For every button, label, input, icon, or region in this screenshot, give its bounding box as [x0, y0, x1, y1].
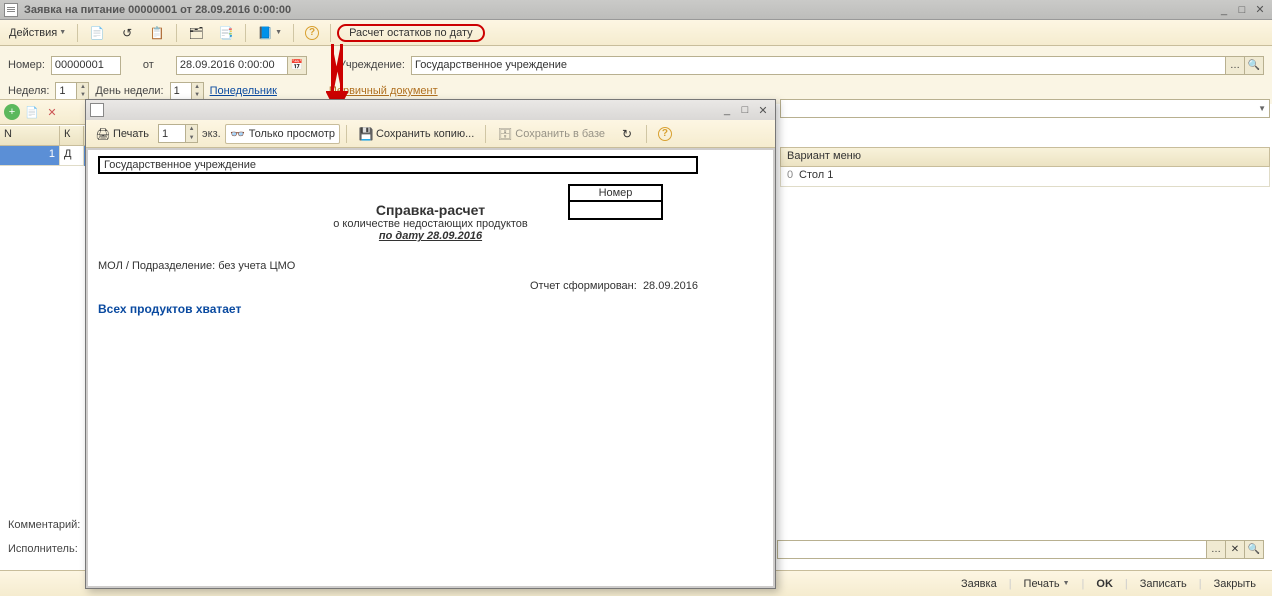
number-label: Номер: [8, 59, 45, 71]
save-db-button: 🗄 Сохранить в базе [492, 124, 610, 144]
ok-button[interactable]: OK [1088, 576, 1121, 592]
modal-maximize[interactable]: □ [737, 103, 753, 117]
printer-icon: 🖨 [95, 126, 111, 142]
table-row[interactable]: 0 Стол 1 [780, 167, 1270, 187]
actions-label: Действия [9, 27, 57, 39]
list-icon: 📋 [149, 25, 165, 41]
report-title: Справка-расчет [98, 202, 763, 218]
report-sufficient: Всех продуктов хватает [98, 302, 763, 316]
print-button[interactable]: Печать▼ [1016, 576, 1078, 592]
order-button[interactable]: Заявка [953, 576, 1005, 592]
copy-row-button[interactable]: 📄 [24, 104, 40, 120]
report-subtitle: о количестве недостающих продуктов [98, 218, 763, 230]
modal-minimize[interactable]: _ [719, 103, 735, 117]
dow-spinner[interactable]: ▲▼ [192, 82, 204, 101]
modal-help[interactable]: ? [653, 124, 677, 144]
report-mol: МОЛ / Подразделение: без учета ЦМО [98, 260, 763, 272]
copies-spinner[interactable]: ▲▼ [186, 124, 198, 143]
view-icon: 👓 [230, 126, 246, 142]
institution-label: Учреждение: [339, 59, 405, 71]
col-header-k[interactable]: К [60, 126, 84, 145]
calc-remains-label: Расчет остатков по дату [349, 27, 473, 39]
row-cell-k[interactable]: Д [60, 146, 84, 166]
goto-icon: 📘 [257, 25, 273, 41]
week-spinner[interactable]: ▲▼ [77, 82, 89, 101]
delete-row-button[interactable]: ✕ [44, 104, 60, 120]
row-cell-n[interactable]: 1 [0, 146, 60, 166]
number-input[interactable]: 00000001 [51, 56, 121, 75]
primary-doc-link[interactable]: Первичный документ [329, 85, 438, 97]
save-post-icon: 📄 [89, 25, 105, 41]
modal-refresh[interactable]: ↻ [614, 124, 640, 144]
dow-name-link[interactable]: Понедельник [210, 85, 277, 97]
executor-clear-button[interactable]: ✕ [1226, 540, 1245, 559]
ekz-label: экз. [202, 128, 221, 140]
add-row-button[interactable]: + [4, 104, 20, 120]
from-label: от [143, 59, 154, 71]
tb-icon-6[interactable]: 📘▼ [252, 23, 287, 43]
institution-choose-button[interactable]: … [1226, 56, 1245, 75]
disk-icon: 💾 [358, 126, 374, 142]
save-button[interactable]: Записать [1132, 576, 1195, 592]
view-only-button[interactable]: 👓 Только просмотр [225, 124, 340, 144]
col-header-n[interactable]: N [0, 126, 60, 145]
copy-icon: 📑 [218, 25, 234, 41]
tb-icon-5[interactable]: 📑 [213, 23, 239, 43]
institution-input[interactable]: Государственное учреждение [411, 56, 1226, 75]
report-number-box: Номер [568, 184, 663, 220]
right-grid-header[interactable]: Вариант меню [780, 147, 1270, 167]
report-generated: Отчет сформирован: 28.09.2016 [98, 280, 698, 292]
dow-label: День недели: [95, 85, 163, 97]
tb-icon-2[interactable]: ↺ [114, 23, 140, 43]
week-input[interactable]: 1 [55, 82, 77, 101]
close-footer-button[interactable]: Закрыть [1206, 576, 1264, 592]
refresh-icon: ↺ [119, 25, 135, 41]
report-org: Государственное учреждение [98, 156, 698, 174]
executor-search-button[interactable]: 🔍 [1245, 540, 1264, 559]
executor-input[interactable] [777, 540, 1207, 559]
date-picker-button[interactable]: 📅 [288, 56, 307, 75]
doc-icon [4, 3, 18, 17]
minimize-button[interactable]: _ [1216, 3, 1232, 17]
modal-doc-icon [90, 103, 104, 117]
calc-remains-button[interactable]: Расчет остатков по дату [337, 24, 485, 42]
actions-menu[interactable]: Действия ▼ [4, 23, 71, 43]
row-num: 0 [787, 169, 799, 184]
date-input[interactable]: 28.09.2016 0:00:00 [176, 56, 288, 75]
help-icon: ? [305, 26, 319, 40]
help-button[interactable]: ? [300, 23, 324, 43]
tb-icon-4[interactable]: 🗂 [183, 23, 209, 43]
save-copy-button[interactable]: 💾 Сохранить копию... [353, 124, 479, 144]
tb-icon-3[interactable]: 📋 [144, 23, 170, 43]
maximize-button[interactable]: □ [1234, 3, 1250, 17]
report-date-line: по дату 28.09.2016 [98, 230, 763, 242]
close-button[interactable]: ✕ [1252, 3, 1268, 17]
help-icon: ? [658, 127, 672, 141]
copies-input[interactable]: 1 [158, 124, 186, 143]
variant-combo[interactable]: ▼ [780, 99, 1270, 118]
modal-close[interactable]: ✕ [755, 103, 771, 117]
modal-print-button[interactable]: 🖨 Печать [90, 124, 154, 144]
dow-input[interactable]: 1 [170, 82, 192, 101]
comment-label: Комментарий: [8, 519, 88, 531]
refresh-icon: ↻ [619, 126, 635, 142]
week-label: Неделя: [8, 85, 49, 97]
report-num-header: Номер [570, 186, 661, 202]
executor-label: Исполнитель: [8, 543, 88, 555]
window-title: Заявка на питание 00000001 от 28.09.2016… [24, 4, 291, 16]
institution-search-button[interactable]: 🔍 [1245, 56, 1264, 75]
row-value: Стол 1 [799, 169, 833, 184]
tb-icon-1[interactable]: 📄 [84, 23, 110, 43]
executor-choose-button[interactable]: … [1207, 540, 1226, 559]
struct-icon: 🗂 [188, 25, 204, 41]
db-icon: 🗄 [497, 126, 513, 142]
